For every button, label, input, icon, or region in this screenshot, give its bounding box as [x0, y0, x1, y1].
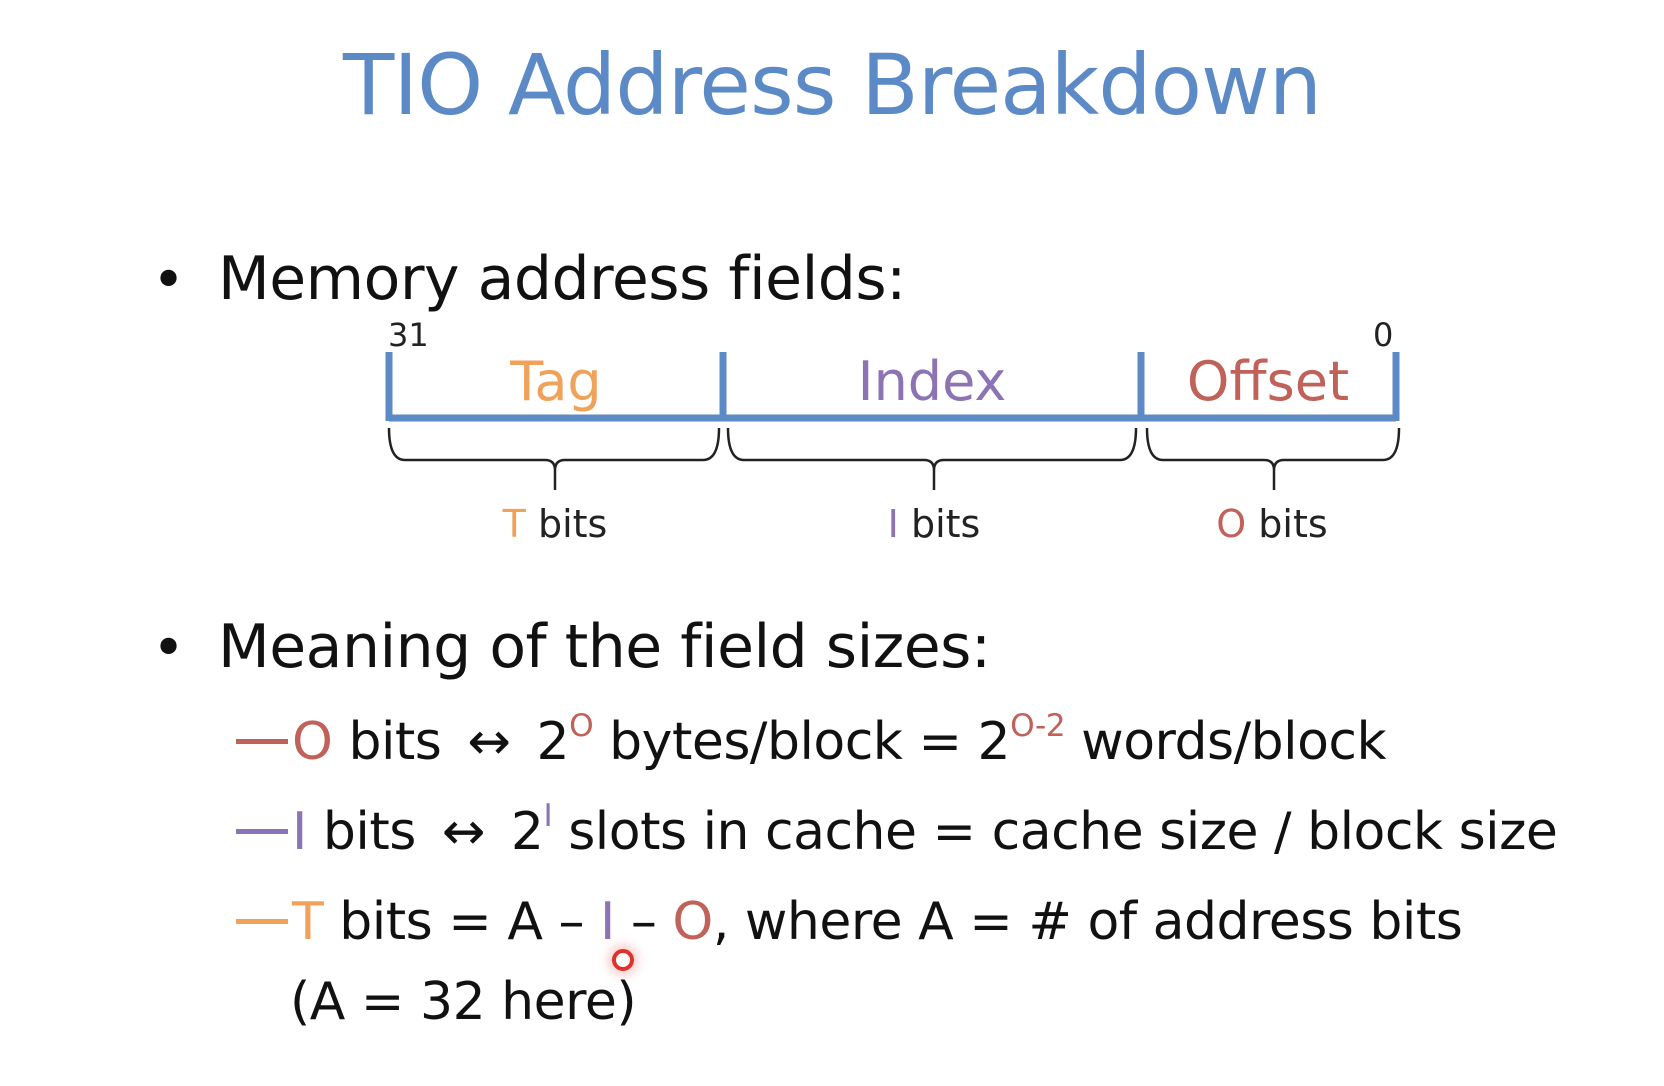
meaning-offset-line: O bits ↔ 2O bytes/block = 2O-2 words/block [236, 710, 1387, 772]
meaning-index-line: I bits ↔ 2I slots in cache = cache size / … [236, 800, 1558, 862]
base-2: 2 [510, 802, 544, 862]
exp-i: I [543, 798, 553, 834]
var-i-inline: I [600, 892, 615, 952]
var-i: I [292, 802, 307, 862]
meaning-index-text-a: bits [306, 802, 416, 862]
meaning-tag-note: (A = 32 here) [290, 972, 637, 1032]
size-tag-label: T bits [502, 502, 608, 546]
meaning-index-text-b: slots in cache = cache size / block size [552, 802, 1558, 862]
meaning-offset-text-a: bits [332, 712, 442, 772]
meaning-tag-text-c: , where A = # of address bits [712, 892, 1463, 952]
size-index-label: I bits [888, 502, 981, 546]
bullet-field-sizes-text: Meaning of the field sizes: [218, 612, 991, 682]
dash-offset-icon [236, 738, 288, 744]
var-t: T [292, 892, 324, 952]
var-o: O [292, 712, 333, 772]
bit-31-label: 31 [388, 316, 429, 354]
meaning-tag-text-a: bits = A – [323, 892, 600, 952]
dash-tag-icon [236, 918, 288, 924]
field-index-label: Index [858, 350, 1007, 413]
brace-tag [387, 427, 721, 490]
double-arrow-icon: ↔ [441, 802, 486, 862]
pointer-cursor-icon [612, 949, 634, 971]
address-fields-diagram: 31 0 Tag Index Offset T bits I bits O bi… [385, 316, 1401, 546]
exp-o: O [569, 708, 594, 744]
bit-0-label: 0 [1373, 316, 1393, 354]
brace-group [387, 427, 1401, 490]
bullet-dot-icon: • [152, 616, 185, 681]
size-offset-label: O bits [1216, 502, 1327, 546]
field-offset-label: Offset [1187, 350, 1349, 413]
meaning-tag-line: T bits = A – I – O, where A = # of addre… [236, 892, 1463, 952]
var-o-inline: O [672, 892, 713, 952]
field-tag-label: Tag [509, 350, 601, 413]
meaning-tag-text-b: – [614, 892, 673, 952]
meaning-offset-text-b: bytes/block = 2 [593, 712, 1011, 772]
brace-offset [1145, 427, 1401, 490]
bullet-field-sizes: • Meaning of the field sizes: [152, 612, 991, 682]
exp-o-minus-2: O-2 [1010, 708, 1066, 744]
dash-index-icon [236, 828, 288, 834]
brace-index [726, 427, 1138, 490]
double-arrow-icon: ↔ [467, 712, 511, 772]
base-2: 2 [536, 712, 570, 772]
meaning-offset-text-c: words/block [1065, 712, 1387, 772]
